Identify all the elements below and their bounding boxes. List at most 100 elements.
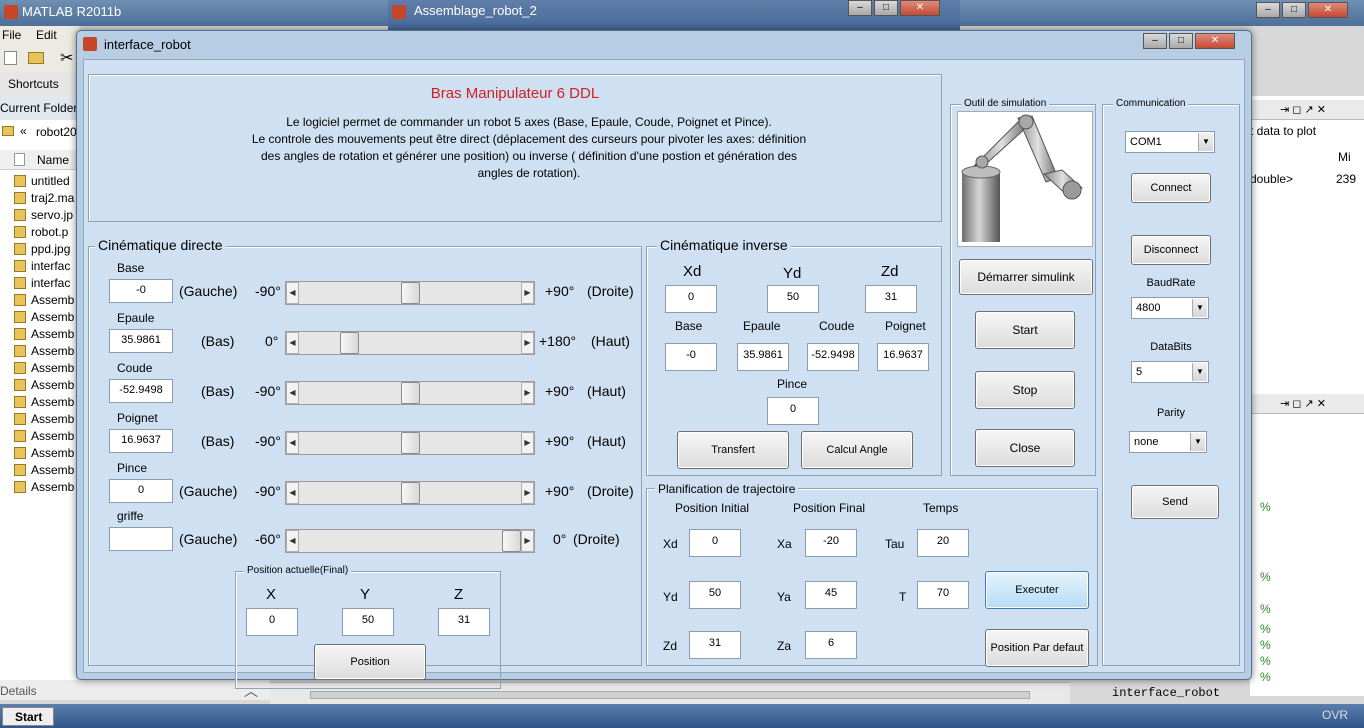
history-controls-icon[interactable]: ⇥ ◻ ↗ ✕	[1280, 397, 1326, 410]
file-list-item[interactable]: ppd.jpg	[14, 242, 70, 256]
send-button[interactable]: Send	[1131, 485, 1219, 519]
menu-edit[interactable]: Edit	[36, 28, 57, 42]
inverse-base-field[interactable]: -0	[665, 343, 717, 371]
slider-thumb[interactable]	[400, 432, 420, 454]
close-icon[interactable]: ✕	[1195, 33, 1235, 49]
close-icon[interactable]: ✕	[1308, 2, 1348, 18]
connect-button[interactable]: Connect	[1131, 173, 1211, 203]
coude-slider[interactable]: ◀ ▶	[285, 381, 535, 405]
inverse-poignet-field[interactable]: 16.9637	[877, 343, 929, 371]
slider-right-arrow-icon[interactable]: ▶	[521, 282, 534, 304]
traj-ya-field[interactable]: 45	[805, 581, 857, 609]
slider-thumb[interactable]	[502, 530, 521, 552]
execute-button[interactable]: Executer	[985, 571, 1089, 609]
history-tree-item[interactable]: interface_robot	[1112, 686, 1220, 700]
file-list-item[interactable]: interfac	[14, 259, 70, 273]
file-list-item[interactable]: Assemb	[14, 395, 74, 409]
calcul-angle-button[interactable]: Calcul Angle	[801, 431, 913, 469]
start-button[interactable]: Start	[975, 311, 1075, 349]
cut-icon[interactable]: ✂	[60, 48, 73, 68]
traj-xa-field[interactable]: -20	[805, 529, 857, 557]
details-label[interactable]: Details	[0, 684, 37, 698]
window-titlebar[interactable]: interface_robot – □ ✕	[77, 31, 1251, 57]
inverse-epaule-field[interactable]: 35.9861	[737, 343, 789, 371]
position-x-field[interactable]: 0	[246, 608, 298, 636]
workspace-controls-icon[interactable]: ⇥ ◻ ↗ ✕	[1280, 103, 1326, 116]
traj-za-field[interactable]: 6	[805, 631, 857, 659]
inverse-xd-field[interactable]: 0	[665, 285, 717, 313]
open-folder-icon[interactable]	[28, 52, 44, 64]
new-file-icon[interactable]	[4, 51, 17, 65]
file-list-item[interactable]: Assemb	[14, 310, 74, 324]
inverse-pince-field[interactable]: 0	[767, 397, 819, 425]
file-list-item[interactable]: Assemb	[14, 480, 74, 494]
minimize-icon[interactable]: –	[1256, 2, 1280, 18]
file-list-item[interactable]: Assemb	[14, 463, 74, 477]
slider-right-arrow-icon[interactable]: ▶	[521, 332, 534, 354]
inverse-yd-field[interactable]: 50	[767, 285, 819, 313]
maximize-icon[interactable]: □	[874, 0, 898, 16]
port-select[interactable]: COM1 ▼	[1125, 131, 1215, 153]
file-list-item[interactable]: robot.p	[14, 225, 68, 239]
position-y-field[interactable]: 50	[342, 608, 394, 636]
file-list-item[interactable]: interfac	[14, 276, 70, 290]
pince-slider[interactable]: ◀ ▶	[285, 481, 535, 505]
slider-right-arrow-icon[interactable]: ▶	[521, 482, 534, 504]
slider-thumb[interactable]	[400, 382, 420, 404]
position-button[interactable]: Position	[314, 644, 426, 680]
parity-select[interactable]: none ▼	[1129, 431, 1207, 453]
baudrate-select[interactable]: 4800 ▼	[1131, 297, 1209, 319]
maximize-icon[interactable]: □	[1169, 33, 1193, 49]
default-position-button[interactable]: Position Par defaut	[985, 629, 1089, 667]
stop-button[interactable]: Stop	[975, 371, 1075, 409]
slider-left-arrow-icon[interactable]: ◀	[286, 530, 299, 552]
disconnect-button[interactable]: Disconnect	[1131, 235, 1211, 265]
slider-left-arrow-icon[interactable]: ◀	[286, 282, 299, 304]
file-list-item[interactable]: Assemb	[14, 446, 74, 460]
file-list-item[interactable]: Assemb	[14, 429, 74, 443]
epaule-angle-field[interactable]: 35.9861	[109, 329, 173, 353]
start-simulink-button[interactable]: Démarrer simulink	[959, 259, 1093, 295]
folder-path[interactable]: robot20	[36, 125, 77, 139]
file-list-item[interactable]: servo.jp	[14, 208, 73, 222]
scrollbar-track[interactable]	[310, 691, 1030, 699]
minimize-icon[interactable]: –	[848, 0, 872, 16]
minimize-icon[interactable]: –	[1143, 33, 1167, 49]
slider-left-arrow-icon[interactable]: ◀	[286, 332, 299, 354]
file-list-item[interactable]: Assemb	[14, 361, 74, 375]
shortcuts-label[interactable]: Shortcuts	[8, 77, 59, 91]
base-slider[interactable]: ◀ ▶	[285, 281, 535, 305]
poignet-slider[interactable]: ◀ ▶	[285, 431, 535, 455]
poignet-angle-field[interactable]: 16.9637	[109, 429, 173, 453]
slider-left-arrow-icon[interactable]: ◀	[286, 382, 299, 404]
maximize-icon[interactable]: □	[1282, 2, 1306, 18]
file-list-item[interactable]: Assemb	[14, 344, 74, 358]
close-icon[interactable]: ✕	[900, 0, 940, 16]
name-column-label[interactable]: Name	[37, 153, 69, 167]
databits-select[interactable]: 5 ▼	[1131, 361, 1209, 383]
slider-right-arrow-icon[interactable]: ▶	[521, 530, 534, 552]
slider-left-arrow-icon[interactable]: ◀	[286, 482, 299, 504]
epaule-slider[interactable]: ◀ ▶	[285, 331, 535, 355]
file-list-item[interactable]: untitled	[14, 174, 70, 188]
slider-right-arrow-icon[interactable]: ▶	[521, 382, 534, 404]
data-to-plot-label[interactable]: t data to plot	[1250, 124, 1316, 138]
slider-thumb[interactable]	[400, 282, 420, 304]
traj-zd-field[interactable]: 31	[689, 631, 741, 659]
bg-window-titlebar[interactable]: Assemblage_robot_2 – □ ✕	[388, 0, 960, 30]
griffe-angle-field[interactable]	[109, 527, 173, 551]
transfert-button[interactable]: Transfert	[677, 431, 789, 469]
close-button[interactable]: Close	[975, 429, 1075, 467]
traj-xd-field[interactable]: 0	[689, 529, 741, 557]
pince-angle-field[interactable]: 0	[109, 479, 173, 503]
slider-left-arrow-icon[interactable]: ◀	[286, 432, 299, 454]
path-back-icon[interactable]: «	[20, 124, 27, 138]
inverse-zd-field[interactable]: 31	[865, 285, 917, 313]
slider-thumb[interactable]	[400, 482, 420, 504]
slider-right-arrow-icon[interactable]: ▶	[521, 432, 534, 454]
menu-file[interactable]: File	[2, 28, 21, 42]
traj-yd-field[interactable]: 50	[689, 581, 741, 609]
file-list-item[interactable]: Assemb	[14, 293, 74, 307]
coude-angle-field[interactable]: -52.9498	[109, 379, 173, 403]
start-button[interactable]: Start	[2, 707, 54, 726]
